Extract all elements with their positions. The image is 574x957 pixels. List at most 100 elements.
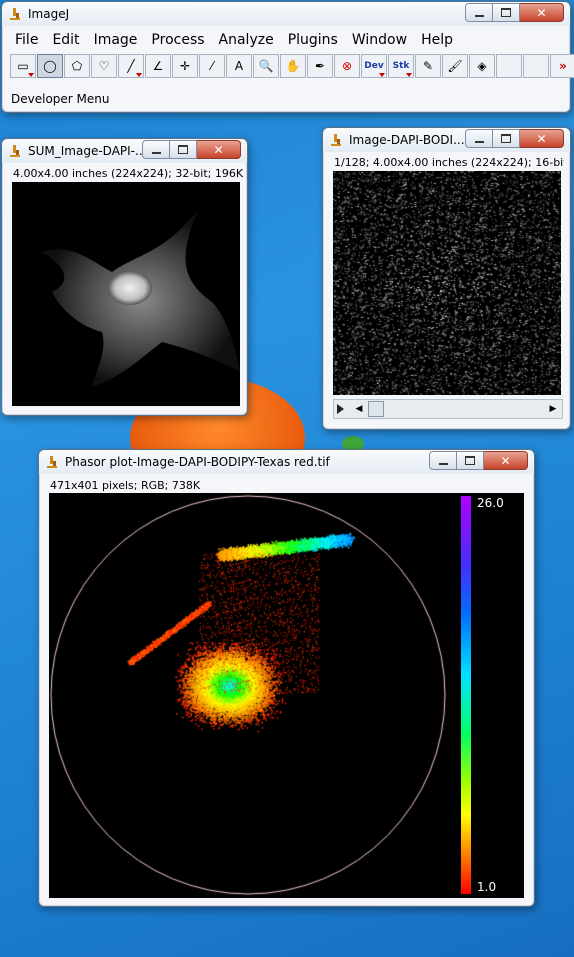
- pencil-tool-icon: ✎: [422, 59, 434, 73]
- polygon-tool-button[interactable]: ⬠: [64, 54, 90, 78]
- minimize-icon: [151, 151, 161, 154]
- flood-fill-tool-icon: ◈: [477, 59, 487, 73]
- menu-window[interactable]: Window: [345, 30, 414, 50]
- close-button[interactable]: ✕: [520, 129, 564, 148]
- more-tools-button[interactable]: »: [550, 54, 574, 78]
- stack-menu-tool-button[interactable]: Stk: [388, 54, 414, 78]
- pencil-tool-button[interactable]: ✎: [415, 54, 441, 78]
- image-info-text: 1/128; 4.00x4.00 inches (224x224); 16-bi…: [334, 156, 564, 169]
- hand-tool-icon: ✋: [285, 59, 301, 73]
- maximize-button[interactable]: [170, 140, 197, 159]
- text-tool-icon: A: [234, 59, 244, 73]
- colorbar-min-label: 1.0: [477, 880, 497, 894]
- maximize-icon: [465, 456, 475, 465]
- close-icon: ✕: [536, 5, 547, 20]
- maximize-button[interactable]: [493, 129, 520, 148]
- close-icon: ✕: [536, 131, 547, 146]
- oval-tool-icon: ◯: [43, 59, 57, 73]
- noise-image: [333, 171, 561, 395]
- hand-tool-button[interactable]: ✋: [280, 54, 306, 78]
- point-tool-icon: ✛: [179, 59, 191, 73]
- maximize-icon: [501, 8, 511, 17]
- dropper-tool-button[interactable]: ✒: [307, 54, 333, 78]
- scroll-thumb[interactable]: [368, 401, 384, 417]
- menu-plugins[interactable]: Plugins: [281, 30, 345, 50]
- minimize-button[interactable]: [429, 451, 457, 470]
- wand-tool-icon: ⁄: [210, 59, 213, 73]
- stack-image-titlebar[interactable]: Image-DAPI-BODI... ✕: [323, 128, 570, 152]
- minimize-button[interactable]: [465, 3, 493, 22]
- menu-file[interactable]: File: [8, 30, 45, 50]
- empty-slot-2[interactable]: [523, 54, 549, 78]
- text-tool-button[interactable]: A: [226, 54, 252, 78]
- close-icon: ✕: [500, 453, 511, 468]
- brush-tool-icon: 🖌: [447, 59, 463, 73]
- imagej-main-window: ImageJ ✕ File Edit Image Process Analyze…: [1, 1, 574, 113]
- minimize-icon: [474, 14, 484, 17]
- close-button[interactable]: ✕: [484, 451, 528, 470]
- magnifier-tool-icon: 🔍: [258, 59, 274, 73]
- stack-slice-scrollbar[interactable]: ◀ ▶: [333, 399, 563, 419]
- minimize-button[interactable]: [465, 129, 493, 148]
- maximize-icon: [178, 145, 188, 154]
- window-title: SUM_Image-DAPI-...: [28, 144, 147, 158]
- magnifier-tool-button[interactable]: 🔍: [253, 54, 279, 78]
- maximize-button[interactable]: [457, 451, 484, 470]
- window-title: Image-DAPI-BODI...: [349, 133, 465, 147]
- minimize-icon: [474, 140, 484, 143]
- minimize-icon: [438, 462, 448, 465]
- microscope-icon: [331, 134, 341, 146]
- oval-tool-button[interactable]: ◯: [37, 54, 63, 78]
- maximize-icon: [501, 134, 511, 143]
- stack-image-canvas[interactable]: [333, 171, 561, 395]
- empty-slot-1[interactable]: [496, 54, 522, 78]
- freehand-tool-button[interactable]: ♡: [91, 54, 117, 78]
- phasor-canvas[interactable]: 26.0 1.0: [49, 493, 524, 898]
- dropper-tool-icon: ✒: [314, 59, 326, 73]
- microscope-icon: [10, 8, 20, 20]
- play-icon[interactable]: [337, 404, 344, 414]
- tool-bar: ▭ ◯ ⬠ ♡ ╱ ∠ ✛ ⁄ A 🔍 ✋ ✒ ⊗ Dev Stk ✎ 🖌 ◈ »: [10, 54, 574, 78]
- imagej-titlebar[interactable]: ImageJ ✕: [2, 2, 570, 26]
- point-tool-button[interactable]: ✛: [172, 54, 198, 78]
- colorbar-max-label: 26.0: [477, 496, 504, 510]
- angle-tool-button[interactable]: ∠: [145, 54, 171, 78]
- sum-image-canvas[interactable]: [12, 182, 240, 406]
- menu-edit[interactable]: Edit: [45, 30, 86, 50]
- window-title: Phasor plot-Image-DAPI-BODIPY-Texas red.…: [65, 455, 330, 469]
- dev-menu-tool-icon: Dev: [364, 61, 384, 71]
- flood-fill-tool-button[interactable]: ◈: [469, 54, 495, 78]
- maximize-button[interactable]: [493, 3, 520, 22]
- microscope-icon: [10, 145, 20, 157]
- polygon-tool-icon: ⬠: [71, 59, 83, 73]
- menu-help[interactable]: Help: [414, 30, 460, 50]
- menu-image[interactable]: Image: [87, 30, 145, 50]
- cell-image: [42, 212, 240, 387]
- scroll-left-icon[interactable]: ◀: [352, 400, 366, 418]
- stack-image-window: Image-DAPI-BODI... ✕ 1/128; 4.00x4.00 in…: [322, 127, 571, 430]
- wand-tool-button[interactable]: ⁄: [199, 54, 225, 78]
- phasor-titlebar[interactable]: Phasor plot-Image-DAPI-BODIPY-Texas red.…: [39, 450, 534, 474]
- more-tools-icon: »: [559, 59, 567, 73]
- stop-tool-button[interactable]: ⊗: [334, 54, 360, 78]
- window-title: ImageJ: [28, 7, 70, 21]
- stop-tool-icon: ⊗: [341, 59, 353, 73]
- line-tool-icon: ╱: [127, 59, 135, 73]
- menu-process[interactable]: Process: [144, 30, 211, 50]
- phasor-plot-image: [49, 493, 524, 898]
- close-button[interactable]: ✕: [520, 3, 564, 22]
- line-tool-button[interactable]: ╱: [118, 54, 144, 78]
- rectangle-tool-button[interactable]: ▭: [10, 54, 36, 78]
- dev-menu-tool-button[interactable]: Dev: [361, 54, 387, 78]
- image-info-text: 471x401 pixels; RGB; 738K: [50, 479, 201, 492]
- angle-tool-icon: ∠: [152, 59, 164, 73]
- phasor-plot-window: Phasor plot-Image-DAPI-BODIPY-Texas red.…: [38, 449, 535, 907]
- brush-tool-button[interactable]: 🖌: [442, 54, 468, 78]
- minimize-button[interactable]: [142, 140, 170, 159]
- stack-menu-tool-icon: Stk: [392, 61, 410, 71]
- sum-image-titlebar[interactable]: SUM_Image-DAPI-... ✕: [2, 139, 247, 163]
- scroll-right-icon[interactable]: ▶: [546, 400, 560, 418]
- menu-analyze[interactable]: Analyze: [212, 30, 281, 50]
- status-bar-text: Developer Menu: [11, 92, 110, 106]
- close-button[interactable]: ✕: [197, 140, 241, 159]
